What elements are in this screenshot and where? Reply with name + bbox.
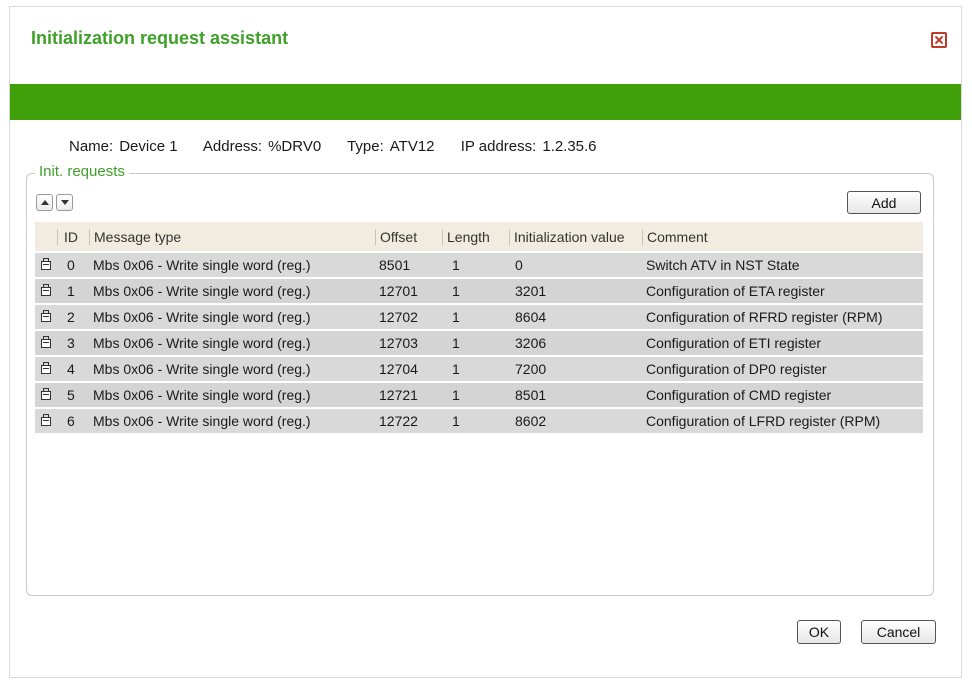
- edit-icon[interactable]: [41, 336, 51, 348]
- cell-comment: Switch ATV in NST State: [646, 257, 800, 273]
- cell-length: 1: [452, 387, 460, 403]
- cell-id: 6: [67, 413, 75, 429]
- cell-message-type: Mbs 0x06 - Write single word (reg.): [93, 361, 311, 377]
- cell-id: 0: [67, 257, 75, 273]
- cell-offset: 12722: [379, 413, 418, 429]
- header-initialization-value[interactable]: Initialization value: [509, 228, 642, 245]
- header-bar: [10, 84, 961, 120]
- edit-icon[interactable]: [41, 284, 51, 296]
- edit-icon[interactable]: [41, 258, 51, 270]
- cell-comment: Configuration of ETI register: [646, 335, 822, 351]
- cell-message-type: Mbs 0x06 - Write single word (reg.): [93, 335, 311, 351]
- cell-length: 1: [452, 283, 460, 299]
- cell-initialization-value: 0: [515, 257, 523, 273]
- move-down-button[interactable]: [56, 194, 73, 211]
- dialog-title: Initialization request assistant: [31, 28, 289, 48]
- row-icon-cell: [35, 413, 57, 429]
- row-icon-cell: [35, 361, 57, 377]
- device-type-value: ATV12: [389, 138, 435, 155]
- cell-message-type: Mbs 0x06 - Write single word (reg.): [93, 309, 311, 325]
- cell-comment: Configuration of CMD register: [646, 387, 832, 403]
- ok-button[interactable]: OK: [797, 620, 841, 644]
- cell-message-type: Mbs 0x06 - Write single word (reg.): [93, 257, 311, 273]
- table-row[interactable]: 5 Mbs 0x06 - Write single word (reg.) 1272…: [35, 381, 923, 407]
- cell-id: 1: [67, 283, 75, 299]
- cell-offset: 12721: [379, 387, 418, 403]
- add-button[interactable]: Add: [847, 191, 921, 214]
- table-row[interactable]: 3 Mbs 0x06 - Write single word (reg.) 1270…: [35, 329, 923, 355]
- cell-length: 1: [452, 335, 460, 351]
- table-row[interactable]: 6 Mbs 0x06 - Write single word (reg.) 1272…: [35, 407, 923, 433]
- header-length[interactable]: Length: [442, 228, 509, 245]
- cell-id: 4: [67, 361, 75, 377]
- header-id[interactable]: ID: [57, 228, 89, 245]
- cell-comment: Configuration of DP0 register: [646, 361, 827, 377]
- row-icon-cell: [35, 257, 57, 273]
- device-address-label: Address:: [202, 138, 263, 155]
- move-up-button[interactable]: [36, 194, 53, 211]
- cell-offset: 12702: [379, 309, 418, 325]
- table-row[interactable]: 2 Mbs 0x06 - Write single word (reg.) 1270…: [35, 303, 923, 329]
- cell-offset: 12704: [379, 361, 418, 377]
- cell-message-type: Mbs 0x06 - Write single word (reg.): [93, 413, 311, 429]
- device-address-value: %DRV0: [268, 138, 322, 155]
- cell-id: 5: [67, 387, 75, 403]
- cell-initialization-value: 3201: [515, 283, 547, 299]
- device-type-label: Type:: [347, 138, 384, 155]
- arrow-down-icon: [60, 200, 69, 205]
- cell-message-type: Mbs 0x06 - Write single word (reg.): [93, 283, 311, 299]
- init-requests-table: ID Message type Offset Length Initializa…: [35, 222, 923, 433]
- device-name-label: Name:: [69, 138, 114, 155]
- cell-offset: 12703: [379, 335, 418, 351]
- device-ip-value: 1.2.35.6: [542, 138, 597, 155]
- cancel-button[interactable]: Cancel: [861, 620, 936, 644]
- row-icon-cell: [35, 387, 57, 403]
- device-name: Name: Device 1: [69, 138, 178, 155]
- row-icon-cell: [35, 309, 57, 325]
- device-info: Name: Device 1 Address: %DRV0 Type: ATV12 I…: [69, 138, 619, 155]
- header-offset[interactable]: Offset: [375, 228, 442, 245]
- cell-length: 1: [452, 413, 460, 429]
- cell-id: 2: [67, 309, 75, 325]
- cell-length: 1: [452, 309, 460, 325]
- header-message-type[interactable]: Message type: [89, 228, 375, 245]
- device-ip: IP address: 1.2.35.6: [461, 138, 597, 155]
- edit-icon[interactable]: [41, 362, 51, 374]
- table-row[interactable]: 1 Mbs 0x06 - Write single word (reg.) 1270…: [35, 277, 923, 303]
- cell-comment: Configuration of RFRD register (RPM): [646, 309, 883, 325]
- close-icon[interactable]: [931, 32, 947, 48]
- cell-initialization-value: 8604: [515, 309, 547, 325]
- cell-comment: Configuration of LFRD register (RPM): [646, 413, 881, 429]
- cell-comment: Configuration of ETA register: [646, 283, 825, 299]
- table-row[interactable]: 4 Mbs 0x06 - Write single word (reg.) 1270…: [35, 355, 923, 381]
- cell-id: 3: [67, 335, 75, 351]
- row-icon-cell: [35, 283, 57, 299]
- header-comment[interactable]: Comment: [642, 228, 923, 245]
- cell-length: 1: [452, 257, 460, 273]
- cell-initialization-value: 8602: [515, 413, 547, 429]
- cell-initialization-value: 3206: [515, 335, 547, 351]
- table-body: 0 Mbs 0x06 - Write single word (reg.) 8501…: [35, 251, 923, 433]
- row-icon-cell: [35, 335, 57, 351]
- device-address: Address: %DRV0: [203, 138, 321, 155]
- cell-offset: 12701: [379, 283, 418, 299]
- table-row[interactable]: 0 Mbs 0x06 - Write single word (reg.) 8501…: [35, 251, 923, 277]
- edit-icon[interactable]: [41, 388, 51, 400]
- cell-initialization-value: 8501: [515, 387, 547, 403]
- arrow-up-icon: [40, 200, 49, 205]
- cell-offset: 8501: [379, 257, 411, 273]
- table-header: ID Message type Offset Length Initializa…: [35, 222, 923, 251]
- cell-length: 1: [452, 361, 460, 377]
- edit-icon[interactable]: [41, 310, 51, 322]
- cell-message-type: Mbs 0x06 - Write single word (reg.): [93, 387, 311, 403]
- edit-icon[interactable]: [41, 414, 51, 426]
- device-ip-label: IP address:: [460, 138, 537, 155]
- device-name-value: Device 1: [119, 138, 178, 155]
- init-requests-legend: Init. requests: [35, 163, 129, 180]
- device-type: Type: ATV12: [347, 138, 434, 155]
- cell-initialization-value: 7200: [515, 361, 547, 377]
